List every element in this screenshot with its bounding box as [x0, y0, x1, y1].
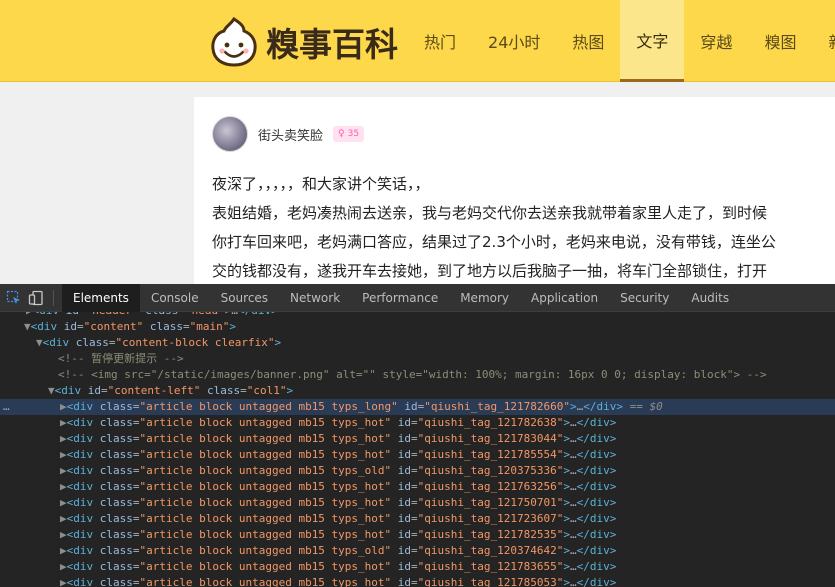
dom-node-article[interactable]: ▶<div class="article block untagged mb15… [0, 431, 835, 447]
expanded-triangle-icon[interactable]: ▼ [24, 320, 31, 333]
article-content[interactable]: 夜深了，，，，，和大家讲个笑话，， 表姐结婚，老妈凑热闹去送亲，我与老妈交代你去… [212, 170, 818, 286]
dom-node-article[interactable]: ▶<div class="article block untagged mb15… [0, 415, 835, 431]
tab-performance[interactable]: Performance [351, 284, 449, 312]
main-nav: 热门 24小时 热图 文字 穿越 糗图 新鲜 [408, 0, 835, 82]
dom-node-article[interactable]: ▶<div class="article block untagged mb15… [0, 527, 835, 543]
dom-node-article[interactable]: ▶<div class="article block untagged mb15… [0, 495, 835, 511]
tab-sources[interactable]: Sources [210, 284, 279, 312]
dom-node-article[interactable]: ▶<div class="article block untagged mb15… [0, 511, 835, 527]
nav-item-fresh[interactable]: 新鲜 [812, 0, 835, 82]
avatar[interactable] [212, 116, 248, 152]
dom-node-article[interactable]: ▶<div class="article block untagged mb15… [0, 479, 835, 495]
tab-console[interactable]: Console [140, 284, 210, 312]
devtools-toolbar: Elements Console Sources Network Perform… [0, 283, 835, 312]
site-logo[interactable]: 糗事百科 [210, 14, 398, 70]
expanded-triangle-icon[interactable]: ▼ [36, 336, 43, 349]
dom-node-content[interactable]: ▼<div id="content" class="main"> [0, 319, 835, 335]
nav-item-funny-pics[interactable]: 糗图 [748, 0, 812, 82]
nav-item-24h[interactable]: 24小时 [472, 0, 556, 82]
article-line: 夜深了，，，，，和大家讲个笑话，， [212, 175, 430, 193]
tab-network[interactable]: Network [279, 284, 351, 312]
age-value: 35 [347, 129, 360, 139]
collapsed-triangle-icon[interactable]: ▶ [26, 312, 33, 317]
dom-node-article[interactable]: ▶<div class="article block untagged mb15… [0, 559, 835, 575]
age-badge: ♀ 35 [333, 126, 365, 142]
nav-item-hot[interactable]: 热门 [408, 0, 472, 82]
dom-node-article[interactable]: ▶<div class="article block untagged mb15… [0, 447, 835, 463]
dom-node-article[interactable]: ▶<div class="article block untagged mb15… [0, 575, 835, 587]
dom-comment[interactable]: <!-- <img src="/static/images/banner.png… [0, 367, 835, 383]
article-card: 街头卖笑脸 ♀ 35 夜深了，，，，，和大家讲个笑话，， 表姐结婚，老妈凑热闹去… [194, 97, 835, 284]
dom-comment[interactable]: <!-- 暂停更新提示 --> [0, 351, 835, 367]
nav-item-text[interactable]: 文字 [620, 0, 685, 82]
device-toolbar-icon[interactable] [25, 284, 47, 312]
dom-tree[interactable]: ▶<div id="header" class="head">…</div> ▼… [0, 312, 835, 587]
tab-elements[interactable]: Elements [62, 283, 140, 312]
article-line: 表姐结婚，老妈凑热闹去送亲，我与老妈交代你去送亲我就带着家里人走了，到时候 [212, 204, 768, 222]
devtools-panel: Elements Console Sources Network Perform… [0, 283, 835, 587]
site-header: 糗事百科 热门 24小时 热图 文字 穿越 糗图 新鲜 [0, 0, 835, 82]
expanded-triangle-icon[interactable]: ▼ [48, 384, 55, 397]
dom-node-header[interactable]: ▶<div id="header" class="head">…</div> [0, 312, 835, 319]
tab-application[interactable]: Application [520, 284, 609, 312]
nav-item-hot-pics[interactable]: 热图 [556, 0, 620, 82]
toolbar-divider [53, 289, 54, 306]
article-line: 交的钱都没有，遂我开车去接她，到了地方以后我脑子一抽，将车门全部锁住，打开 [212, 262, 768, 280]
dom-node-article[interactable]: ▶<div class="article block untagged mb15… [0, 543, 835, 559]
mascot-icon [211, 17, 257, 67]
tab-audits[interactable]: Audits [680, 284, 740, 312]
article-line: 你打车回来吧，老妈满口答应，结果过了2.3个小时，老妈来电说，没有带钱，连坐公 [212, 233, 776, 251]
author-row: 街头卖笑脸 ♀ 35 [212, 116, 365, 152]
tab-security[interactable]: Security [609, 284, 680, 312]
tab-memory[interactable]: Memory [449, 284, 520, 312]
nav-item-history[interactable]: 穿越 [684, 0, 748, 82]
dom-node-content-block[interactable]: ▼<div class="content-block clearfix"> [0, 335, 835, 351]
dom-node-content-left[interactable]: ▼<div id="content-left" class="col1"> [0, 383, 835, 399]
logo-text: 糗事百科 [266, 25, 398, 64]
content-area: 街头卖笑脸 ♀ 35 夜深了，，，，，和大家讲个笑话，， 表姐结婚，老妈凑热闹去… [0, 83, 835, 284]
author-name[interactable]: 街头卖笑脸 [258, 125, 323, 144]
collapsed-triangle-icon[interactable]: ▶ [60, 400, 67, 413]
more-actions-icon[interactable]: … [3, 399, 10, 415]
dom-node-article-selected[interactable]: … ▶<div class="article block untagged mb1… [0, 399, 835, 415]
dom-node-article[interactable]: ▶<div class="article block untagged mb15… [0, 463, 835, 479]
female-icon: ♀ [338, 129, 345, 139]
inspect-element-icon[interactable] [3, 284, 25, 312]
